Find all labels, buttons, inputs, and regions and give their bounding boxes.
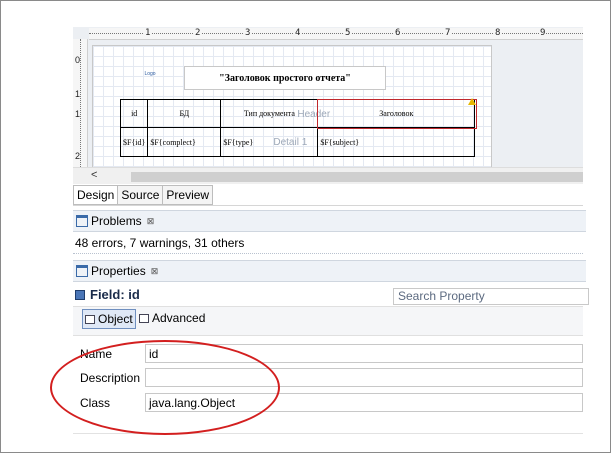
header-cell[interactable]: БД: [147, 99, 222, 128]
horizontal-scrollbar[interactable]: <: [73, 167, 583, 184]
view-sash[interactable]: [73, 253, 583, 257]
report-title[interactable]: "Заголовок простого отчета": [184, 66, 386, 90]
tab-source[interactable]: Source: [118, 185, 164, 205]
properties-view-header[interactable]: Properties ⊠: [73, 260, 586, 282]
band-detail-label: Detail 1: [273, 137, 308, 148]
description-label: Description: [80, 371, 141, 385]
ruler-mark: 8: [494, 28, 502, 38]
subtab-object-label: Object: [98, 312, 133, 326]
field-cell[interactable]: $F{type} Detail 1: [220, 127, 319, 157]
object-icon: [85, 314, 95, 324]
report-table: id БД Тип документа Header Заголовок $F{i…: [119, 99, 476, 157]
field-cell-text: $F{type}: [223, 137, 254, 147]
vruler-mark: 0: [75, 55, 81, 65]
description-field[interactable]: [145, 368, 583, 387]
subtab-advanced-label: Advanced: [152, 311, 206, 325]
field-cell[interactable]: $F{id}: [119, 127, 149, 157]
ruler-mark: 2: [194, 28, 202, 38]
subtab-advanced[interactable]: Advanced: [139, 309, 205, 327]
report-logo[interactable]: Logo: [132, 66, 168, 82]
vruler-mark: 2: [75, 151, 81, 161]
ruler-mark: 4: [294, 28, 302, 38]
problems-summary: 48 errors, 7 warnings, 31 others: [75, 236, 245, 250]
scroll-left-icon[interactable]: <: [91, 169, 97, 181]
ruler-mark: 9: [539, 28, 547, 38]
properties-view-icon: [76, 265, 88, 277]
ruler-mark: 1: [144, 28, 152, 38]
vertical-ruler: 0 1 1 2: [73, 39, 88, 167]
header-cell[interactable]: Тип документа Header: [220, 99, 330, 128]
class-field[interactable]: java.lang.Object: [145, 393, 583, 412]
field-title: Field: id: [75, 287, 140, 302]
scrollbar-thumb[interactable]: [131, 172, 583, 182]
subtab-object[interactable]: Object: [82, 309, 136, 329]
tab-design[interactable]: Design: [73, 185, 119, 205]
header-cell-text: Тип документа: [243, 109, 295, 118]
header-cell[interactable]: id: [119, 99, 149, 128]
properties-view-title: Properties: [91, 264, 146, 278]
tab-preview[interactable]: Preview: [163, 185, 214, 205]
search-property-input[interactable]: Search Property: [393, 288, 589, 305]
class-label: Class: [80, 396, 111, 410]
advanced-icon: [139, 313, 149, 323]
problems-view-header[interactable]: Problems ⊠: [73, 210, 586, 232]
problems-view-title: Problems: [91, 214, 142, 228]
warning-icon[interactable]: [468, 98, 476, 105]
column-header-row: id БД Тип документа Header Заголовок: [119, 99, 476, 128]
field-cell[interactable]: $F{subject}: [317, 127, 476, 157]
close-icon[interactable]: ⊠: [151, 266, 159, 277]
editor-tabs: Design Source Preview: [73, 185, 214, 205]
ruler-mark: 6: [394, 28, 402, 38]
divider: [73, 433, 583, 434]
ruler-mark: 5: [344, 28, 352, 38]
close-icon[interactable]: ⊠: [147, 216, 155, 227]
detail-row: $F{id} $F{complect} $F{type} Detail 1 $F{…: [119, 127, 476, 157]
name-label: Name: [80, 347, 113, 361]
vruler-mark: 1: [75, 89, 81, 99]
window-frame: 1 2 3 4 5 6 7 8 9 0 1 1 2 Logo "Заголово…: [0, 0, 611, 453]
field-icon: [75, 289, 85, 300]
divider: [73, 205, 583, 206]
ruler-mark: 3: [244, 28, 252, 38]
problems-view-icon: [76, 215, 88, 227]
field-cell[interactable]: $F{complect}: [147, 127, 222, 157]
horizontal-ruler: 1 2 3 4 5 6 7 8 9: [89, 28, 583, 40]
vruler-mark: 1: [75, 109, 81, 119]
field-title-text: Field: id: [90, 287, 140, 302]
ruler-mark: 7: [444, 28, 452, 38]
band-header-label: Header: [297, 109, 331, 120]
name-field[interactable]: id: [145, 344, 583, 363]
header-cell[interactable]: Заголовок: [317, 99, 476, 128]
